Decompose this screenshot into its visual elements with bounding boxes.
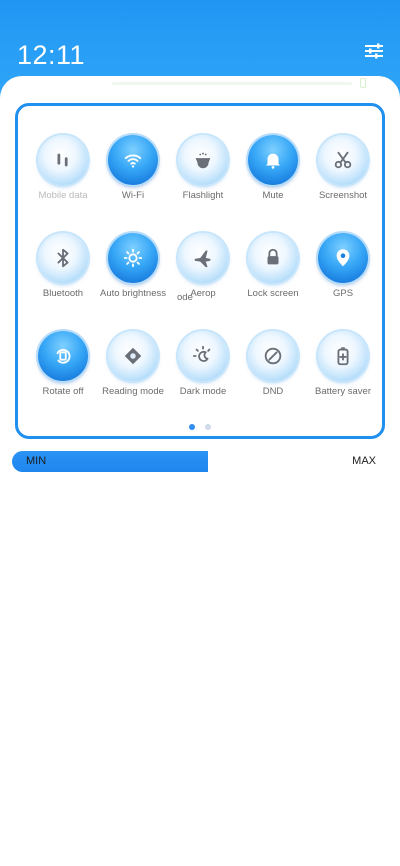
brightness-icon[interactable] (108, 233, 158, 283)
toggle-bluetooth[interactable]: Bluetooth (28, 228, 98, 306)
dark-mode-icon[interactable] (178, 331, 228, 381)
toggle-dark-mode[interactable]: Dark mode (168, 326, 238, 404)
mobile-data-icon[interactable] (38, 135, 88, 185)
rotate-lock-icon[interactable] (38, 331, 88, 381)
flashlight-icon[interactable] (178, 135, 228, 185)
wifi-icon[interactable] (108, 135, 158, 185)
battery-icon (360, 78, 366, 88)
bluetooth-icon[interactable] (38, 233, 88, 283)
toggle-label: Battery saver (315, 386, 371, 397)
brightness-max-label: MAX (352, 455, 376, 467)
bell-icon[interactable] (248, 135, 298, 185)
toggle-auto-brightness[interactable]: Auto brightness (98, 228, 168, 306)
brightness-min-label: MIN (26, 455, 47, 467)
toggle-label: GPS (332, 288, 354, 299)
toggle-flashlight[interactable]: Flashlight (168, 130, 238, 208)
toggle-gps[interactable]: GPS (308, 228, 378, 306)
auto-brightness-label-overflow: ode (177, 292, 193, 303)
quick-toggles-panel: Mobile data Wi-Fi Flashlight Mute Screenshot… (15, 103, 385, 439)
toggle-label: Screenshot (318, 190, 368, 201)
toggle-dnd[interactable]: DND (238, 326, 308, 404)
toggle-lock-screen[interactable]: Lock screen (238, 228, 308, 306)
airplane-icon[interactable] (178, 233, 228, 283)
toggle-grid: Mobile data Wi-Fi Flashlight Mute Screenshot… (28, 130, 378, 404)
page-indicator (18, 424, 382, 432)
page-dot-1[interactable] (189, 424, 195, 430)
clock: 12:11 (17, 40, 86, 70)
location-pin-icon[interactable] (318, 233, 368, 283)
sliders-icon[interactable] (364, 42, 384, 60)
brightness-slider[interactable]: MIN MAX (12, 451, 388, 472)
scissors-icon[interactable] (318, 135, 368, 185)
dnd-icon[interactable] (248, 331, 298, 381)
toggle-mute[interactable]: Mute (238, 130, 308, 208)
battery-saver-icon[interactable] (318, 331, 368, 381)
reading-mode-icon[interactable] (108, 331, 158, 381)
toggle-wi-fi[interactable]: Wi-Fi (98, 130, 168, 208)
lock-icon[interactable] (248, 233, 298, 283)
toggle-reading-mode[interactable]: Reading mode (98, 326, 168, 404)
notification-divider (112, 82, 352, 85)
page-dot-2[interactable] (205, 424, 211, 430)
toggle-screenshot[interactable]: Screenshot (308, 130, 378, 208)
toggle-battery-saver[interactable]: Battery saver (308, 326, 378, 404)
toggle-mobile-data[interactable]: Mobile data (28, 130, 98, 208)
toggle-rotate-off[interactable]: Rotate off (28, 326, 98, 404)
